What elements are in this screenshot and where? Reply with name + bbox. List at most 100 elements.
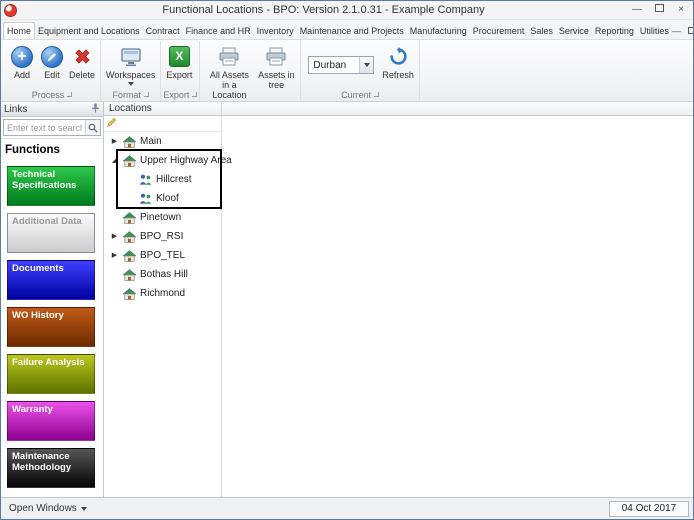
- search-button[interactable]: [85, 120, 100, 135]
- tab-service[interactable]: Service: [556, 23, 592, 39]
- expand-icon[interactable]: ▶: [108, 132, 121, 151]
- house-icon: [121, 154, 137, 167]
- app-logo-icon: [4, 3, 17, 17]
- tab-manufacturing[interactable]: Manufacturing: [407, 23, 470, 39]
- tab-reporting[interactable]: Reporting: [592, 23, 637, 39]
- maximize-icon[interactable]: [652, 3, 666, 17]
- status-bar: Open Windows 04 Oct 2017: [1, 497, 693, 519]
- mdi-minimize-icon[interactable]: —: [672, 26, 681, 36]
- tree-item-bpo-tel[interactable]: ▶ BPO_TEL: [104, 246, 221, 265]
- house-icon: [121, 287, 137, 300]
- dialog-launcher-icon[interactable]: [192, 92, 198, 97]
- column-header-locations[interactable]: Locations: [104, 102, 222, 115]
- refresh-button-label: Refresh: [382, 70, 414, 80]
- open-windows-button[interactable]: Open Windows: [5, 501, 91, 516]
- site-select[interactable]: Durban: [308, 56, 375, 74]
- tab-inventory[interactable]: Inventory: [254, 23, 297, 39]
- minimize-icon[interactable]: —: [630, 3, 644, 17]
- tab-procurement[interactable]: Procurement: [470, 23, 528, 39]
- function-button-additional-data[interactable]: Additional Data: [7, 213, 95, 253]
- print-assets-in-tree-button[interactable]: Assets in tree: [255, 43, 297, 91]
- workspaces-button[interactable]: Workspaces: [104, 43, 157, 87]
- ribbon-group-print: All Assets in a Location Assets in tree …: [200, 41, 302, 111]
- links-sidebar: Links Functions Technical Specifications…: [1, 102, 104, 497]
- function-button-label: WO History: [12, 310, 64, 321]
- function-button-label: Technical Specifications: [12, 169, 77, 191]
- app-window: Functional Locations - BPO: Version 2.1.…: [0, 0, 694, 520]
- edit-button[interactable]: Edit: [37, 43, 67, 81]
- tab-home[interactable]: Home: [3, 22, 36, 39]
- combo-dropdown-button[interactable]: [359, 57, 374, 73]
- locations-grid: Locations ▶ Main ◢ Upper Highway Area Hi…: [104, 102, 693, 497]
- function-button-technical-specifications[interactable]: Technical Specifications: [7, 166, 95, 206]
- tree-item-label: Kloof: [156, 193, 179, 204]
- export-button-label: Export: [166, 70, 193, 80]
- search-input[interactable]: [4, 120, 85, 135]
- expand-icon[interactable]: ▶: [108, 227, 121, 246]
- house-icon: [121, 211, 137, 224]
- grid-filter-row[interactable]: [104, 116, 221, 132]
- workspaces-icon: [120, 44, 142, 69]
- print-all-assets-button[interactable]: All Assets in a Location: [203, 43, 255, 101]
- function-button-failure-analysis[interactable]: Failure Analysis: [7, 354, 95, 394]
- tab-contract[interactable]: Contract: [143, 23, 183, 39]
- edit-button-label: Edit: [44, 70, 60, 80]
- tab-equipment-and-locations[interactable]: Equipment and Locations: [35, 23, 143, 39]
- close-icon[interactable]: ×: [674, 3, 688, 17]
- tree-item-kloof[interactable]: Kloof: [104, 189, 221, 208]
- people-icon: [137, 193, 153, 204]
- tree-item-label: Pinetown: [140, 212, 182, 223]
- mdi-restore-icon[interactable]: [687, 26, 693, 36]
- search-box: [3, 119, 101, 136]
- printer-icon: [265, 44, 287, 69]
- tree-item-label: BPO_TEL: [140, 250, 186, 261]
- house-icon: [121, 268, 137, 281]
- status-date: 04 Oct 2017: [609, 500, 689, 517]
- tree-item-bpo-rsi[interactable]: ▶ BPO_RSI: [104, 227, 221, 246]
- functions-panel: Functions Technical Specifications Addit…: [1, 138, 103, 497]
- tree-item-main[interactable]: ▶ Main: [104, 132, 221, 151]
- dialog-launcher-icon[interactable]: [374, 92, 380, 97]
- ribbon: Add Edit Delete Process: [1, 40, 693, 111]
- group-label-process: Process: [31, 89, 65, 100]
- dialog-launcher-icon[interactable]: [143, 92, 149, 97]
- tab-finance-and-hr[interactable]: Finance and HR: [183, 23, 254, 39]
- chevron-down-icon: [363, 63, 370, 67]
- print-all-assets-label: All Assets in a Location: [209, 70, 249, 101]
- tree-item-bothas-hill[interactable]: Bothas Hill: [104, 265, 221, 284]
- add-button[interactable]: Add: [7, 43, 37, 81]
- expand-icon[interactable]: ▶: [108, 246, 121, 265]
- chevron-down-icon: [127, 82, 134, 87]
- window-title: Functional Locations - BPO: Version 2.1.…: [162, 4, 485, 16]
- tree-item-label: BPO_RSI: [140, 231, 184, 242]
- function-button-wo-history[interactable]: WO History: [7, 307, 95, 347]
- dialog-launcher-icon[interactable]: [67, 92, 73, 97]
- tree-item-label: Richmond: [140, 288, 186, 299]
- function-button-documents[interactable]: Documents: [7, 260, 95, 300]
- collapse-icon[interactable]: ◢: [108, 151, 121, 170]
- function-button-warranty[interactable]: Warranty: [7, 401, 95, 441]
- tree-item-label: Bothas Hill: [140, 269, 188, 280]
- function-button-maintenance-methodology[interactable]: Maintenance Methodology: [7, 448, 95, 488]
- tab-sales[interactable]: Sales: [527, 23, 556, 39]
- export-excel-icon: [168, 46, 190, 67]
- delete-icon: [73, 44, 92, 69]
- refresh-button[interactable]: Refresh: [380, 43, 416, 81]
- tab-maintenance-and-projects[interactable]: Maintenance and Projects: [297, 23, 407, 39]
- delete-button[interactable]: Delete: [67, 43, 97, 81]
- tree-item-upper-highway-area[interactable]: ◢ Upper Highway Area: [104, 151, 232, 170]
- chevron-down-icon: [80, 506, 87, 511]
- people-icon: [137, 174, 153, 185]
- export-button[interactable]: Export: [164, 43, 194, 81]
- tree-item-richmond[interactable]: Richmond: [104, 284, 221, 303]
- edit-icon: [41, 45, 63, 68]
- title-bar: Functional Locations - BPO: Version 2.1.…: [1, 1, 693, 20]
- tree-item-hillcrest[interactable]: Hillcrest: [104, 170, 221, 189]
- pin-icon[interactable]: [91, 103, 100, 116]
- site-select-value: Durban: [313, 59, 347, 71]
- tab-utilities[interactable]: Utilities: [637, 23, 672, 39]
- tree-item-pinetown[interactable]: Pinetown: [104, 208, 221, 227]
- add-button-label: Add: [13, 70, 30, 80]
- grid-body: ▶ Main ◢ Upper Highway Area Hillcrest Kl…: [104, 116, 693, 497]
- links-panel-header: Links: [1, 102, 103, 117]
